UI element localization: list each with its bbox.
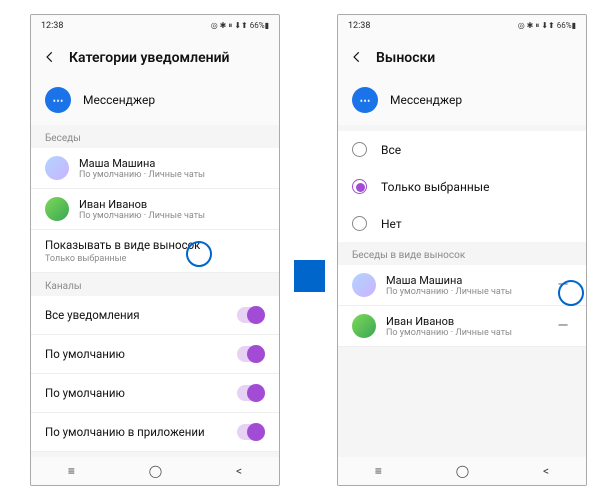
section-label-chats: Беседы: [31, 125, 279, 148]
toggle-label: Все уведомления: [45, 308, 140, 322]
app-row[interactable]: ⋯ Мессенджер: [31, 79, 279, 125]
header: Категории уведомлений: [31, 37, 279, 79]
messenger-icon: ⋯: [352, 87, 378, 113]
status-time: 12:38: [348, 21, 370, 31]
app-name: Мессенджер: [390, 93, 462, 107]
radio-label: Только выбранные: [381, 180, 489, 194]
remove-icon[interactable]: —: [554, 276, 572, 294]
bubble-chat-row-ivan[interactable]: Иван Иванов По умолчанию · Личные чаты —: [338, 306, 586, 347]
chat-sub: По умолчанию · Личные чаты: [79, 170, 265, 180]
avatar-ivan: [45, 197, 69, 221]
bubble-chat-row-masha[interactable]: Маша Машина По умолчанию · Личные чаты —: [338, 265, 586, 306]
statusbar: 12:38 ◎ ✱ ⏸ ⬇⬆ 66%▮: [338, 15, 586, 37]
android-navbar: ≡ ◯ <: [31, 457, 279, 485]
radio-row-all[interactable]: Все: [338, 131, 586, 168]
radio-icon[interactable]: [352, 216, 367, 231]
toggle-label: По умолчанию: [45, 386, 125, 400]
chat-name: Маша Машина: [386, 274, 554, 287]
radio-icon[interactable]: [352, 142, 367, 157]
nav-back-icon[interactable]: <: [543, 464, 549, 478]
toggle-switch[interactable]: [237, 385, 265, 401]
chat-row-ivan[interactable]: Иван Иванов По умолчанию · Личные чаты: [31, 189, 279, 230]
status-icons: ◎ ✱ ⏸ ⬇⬆ 66%▮: [518, 21, 576, 31]
radio-icon[interactable]: [352, 179, 367, 194]
nav-home-icon[interactable]: ◯: [149, 464, 162, 478]
android-navbar: ≡ ◯ <: [338, 457, 586, 485]
toggle-row[interactable]: По умолчанию: [31, 374, 279, 413]
app-row[interactable]: ⋯ Мессенджер: [338, 79, 586, 125]
back-icon[interactable]: [43, 49, 57, 68]
chat-sub: По умолчанию · Личные чаты: [386, 287, 554, 297]
chat-name: Маша Машина: [79, 157, 265, 170]
section-label-channels: Каналы: [31, 273, 279, 296]
settings-scroll[interactable]: Все Только выбранные Нет Беседы в виде в…: [338, 125, 586, 457]
nav-recent-icon[interactable]: ≡: [68, 464, 75, 478]
back-icon[interactable]: [350, 49, 364, 68]
chat-sub: По умолчанию · Личные чаты: [79, 211, 265, 221]
toggle-switch[interactable]: [237, 307, 265, 323]
toggle-label: По умолчанию в приложении: [45, 425, 205, 439]
avatar-masha: [45, 156, 69, 180]
chat-row-masha[interactable]: Маша Машина По умолчанию · Личные чаты: [31, 148, 279, 189]
nav-home-icon[interactable]: ◯: [456, 464, 469, 478]
toggle-row[interactable]: Все уведомления: [31, 296, 279, 335]
toggle-switch[interactable]: [237, 424, 265, 440]
bubble-sub: Только выбранные: [45, 254, 265, 264]
nav-back-icon[interactable]: <: [236, 464, 242, 478]
toggle-row[interactable]: По умолчанию: [31, 335, 279, 374]
transition-indicator: [294, 260, 325, 292]
status-icons: ◎ ✱ ⏸ ⬇⬆ 66%▮: [211, 21, 269, 31]
nav-recent-icon[interactable]: ≡: [375, 464, 382, 478]
toggle-label: По умолчанию: [45, 347, 125, 361]
toggle-row[interactable]: По умолчанию в приложении: [31, 413, 279, 452]
chat-name: Иван Иванов: [79, 198, 265, 211]
radio-row-none[interactable]: Нет: [338, 205, 586, 242]
bubble-settings-row[interactable]: Показывать в виде выносок Только выбранн…: [31, 230, 279, 273]
phone-screen-left: 12:38 ◎ ✱ ⏸ ⬇⬆ 66%▮ Категории уведомлени…: [30, 14, 280, 486]
avatar-ivan: [352, 314, 376, 338]
avatar-masha: [352, 273, 376, 297]
radio-label: Все: [381, 143, 401, 157]
settings-scroll[interactable]: Беседы Маша Машина По умолчанию · Личные…: [31, 125, 279, 457]
radio-label: Нет: [381, 217, 402, 231]
chat-sub: По умолчанию · Личные чаты: [386, 328, 554, 338]
bubble-title: Показывать в виде выносок: [45, 238, 265, 252]
section-label-bubble-chats: Беседы в виде выносок: [338, 242, 586, 265]
status-time: 12:38: [41, 21, 63, 31]
page-title: Категории уведомлений: [69, 50, 230, 66]
statusbar: 12:38 ◎ ✱ ⏸ ⬇⬆ 66%▮: [31, 15, 279, 37]
toggle-switch[interactable]: [237, 346, 265, 362]
header: Выноски: [338, 37, 586, 79]
messenger-icon: ⋯: [45, 87, 71, 113]
page-title: Выноски: [376, 50, 435, 66]
app-name: Мессенджер: [83, 93, 155, 107]
phone-screen-right: 12:38 ◎ ✱ ⏸ ⬇⬆ 66%▮ Выноски ⋯ Мессенджер…: [337, 14, 587, 486]
remove-icon[interactable]: —: [554, 317, 572, 335]
radio-row-selected[interactable]: Только выбранные: [338, 168, 586, 205]
chat-name: Иван Иванов: [386, 315, 554, 328]
